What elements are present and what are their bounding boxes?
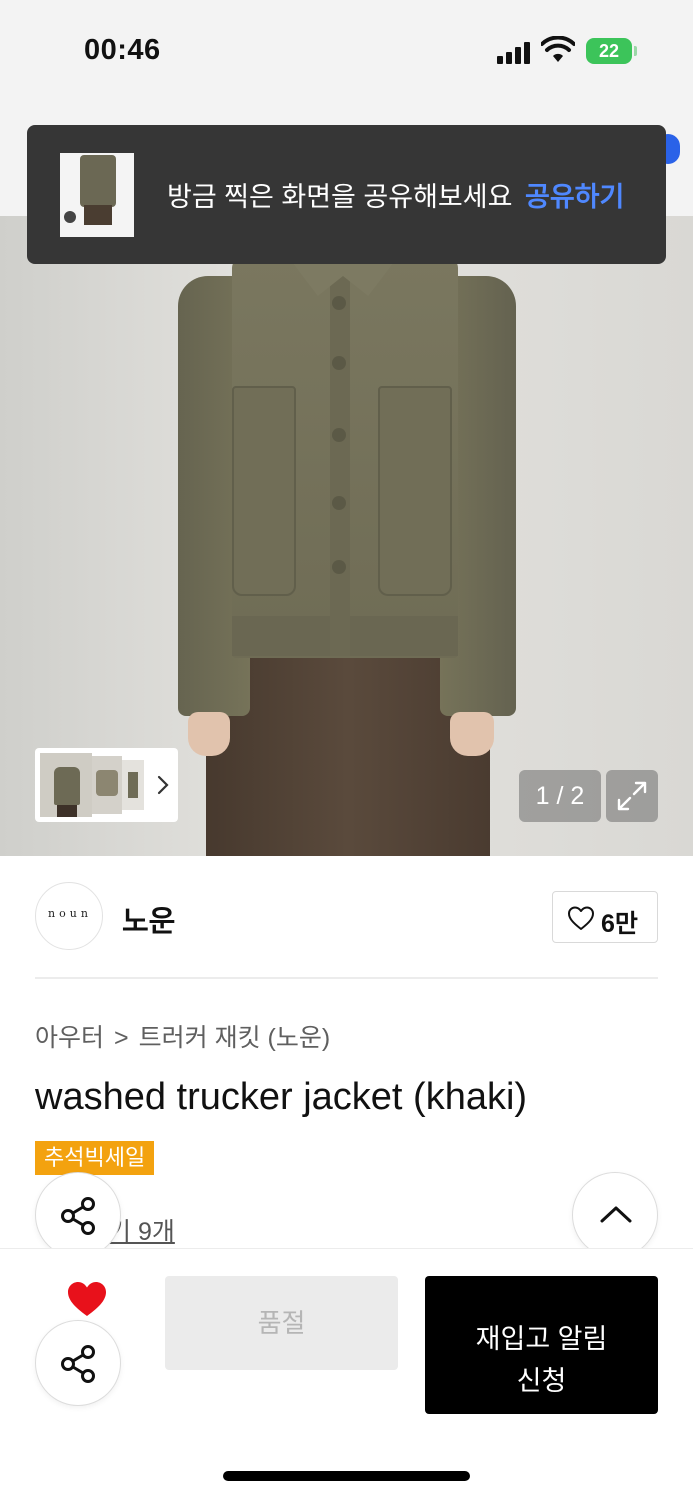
battery-level: 22 <box>598 41 620 61</box>
thumbnail-1[interactable] <box>40 753 92 817</box>
status-time: 00:46 <box>84 34 161 66</box>
chevron-up-icon <box>600 1206 632 1223</box>
product-photo-button <box>332 296 346 310</box>
home-indicator[interactable] <box>223 1471 470 1481</box>
expand-button[interactable] <box>606 770 658 822</box>
page-indicator: 1 / 2 <box>519 770 601 822</box>
brand-logo[interactable]: noun <box>35 882 103 950</box>
breadcrumb-separator: > <box>114 1024 129 1052</box>
product-photo-hand <box>450 712 494 756</box>
breadcrumb: 아우터 > 트러커 재킷 (노운) <box>35 1018 330 1054</box>
breadcrumb-subcategory[interactable]: 트러커 재킷 (노운) <box>139 1024 331 1052</box>
restock-alert-button[interactable]: 재입고 알림 신청 <box>425 1276 658 1414</box>
chevron-right-icon[interactable] <box>153 772 173 798</box>
sale-badge: 추석빅세일 <box>35 1141 155 1175</box>
share-button[interactable] <box>35 1172 121 1258</box>
breadcrumb-category[interactable]: 아우터 <box>35 1024 104 1052</box>
product-photo-button <box>332 428 346 442</box>
thumbnail-3[interactable] <box>122 760 144 810</box>
product-photo-button <box>332 356 346 370</box>
brand-logo-text: noun <box>48 907 92 920</box>
soldout-button[interactable]: 품절 <box>165 1276 398 1370</box>
product-photo-placket <box>330 276 350 656</box>
toast-share-button[interactable]: 공유하기 <box>525 175 624 214</box>
share-icon <box>61 1197 95 1235</box>
brand-like-button[interactable]: 6만 <box>552 891 658 943</box>
product-title: washed trucker jacket (khaki) <box>35 1076 528 1118</box>
product-photo-button <box>332 496 346 510</box>
divider <box>35 977 658 979</box>
brand-name[interactable]: 노운 <box>122 898 175 940</box>
restock-alert-label: 재입고 알림 신청 <box>475 1324 608 1396</box>
scroll-to-top-button[interactable] <box>572 1172 658 1258</box>
toast-message: 방금 찍은 화면을 공유해보세요 <box>167 182 513 212</box>
product-photo-pocket-right <box>378 386 452 596</box>
screenshot-thumbnail[interactable] <box>60 153 134 237</box>
like-count: 6만 <box>601 910 638 938</box>
product-photo-hand <box>188 712 230 756</box>
share-button-bottom[interactable] <box>35 1320 121 1406</box>
battery-cap <box>634 46 637 56</box>
product-photo-button <box>332 560 346 574</box>
wifi-icon <box>541 36 575 62</box>
status-bar: 00:46 22 <box>0 0 693 110</box>
signal-icon <box>497 40 533 64</box>
battery-charging-icon: 22 <box>586 38 632 64</box>
thumbnail-2[interactable] <box>92 756 122 814</box>
heart-filled-icon[interactable] <box>66 1280 108 1318</box>
share-icon <box>61 1345 95 1383</box>
thumbnail-strip[interactable] <box>35 748 178 822</box>
expand-icon <box>617 781 647 811</box>
product-photo-pocket-left <box>232 386 296 596</box>
share-toast[interactable]: 방금 찍은 화면을 공유해보세요 공유하기 <box>27 125 666 264</box>
heart-outline-icon <box>568 906 594 930</box>
